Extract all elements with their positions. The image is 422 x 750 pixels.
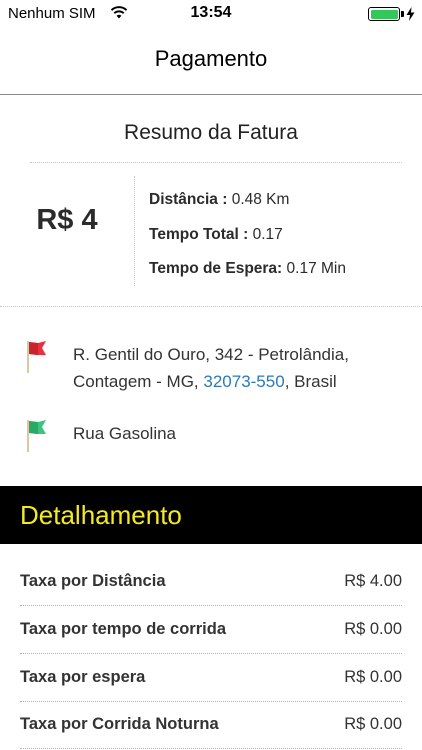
battery-icon [368, 7, 400, 21]
fee-row-distance: Taxa por Distância R$ 4.00 [20, 558, 402, 606]
navigation-bar: Pagamento [0, 28, 422, 95]
fee-label: Taxa por espera [20, 668, 146, 686]
distance-row: Distância : 0.48 Km [149, 191, 289, 209]
origin-address-country: , Brasil [284, 372, 337, 391]
battery-level-fill [370, 9, 398, 19]
origin-address-city: Contagem - MG, [73, 372, 204, 391]
destination-address: Rua Gasolina [73, 424, 177, 443]
divider-vertical [134, 176, 135, 286]
clock: 13:54 [190, 4, 232, 21]
fee-row-ride-time: Taxa por tempo de corrida R$ 0.00 [20, 606, 402, 654]
fee-label: Taxa por Corrida Noturna [20, 715, 219, 733]
distance-value: 0.48 Km [227, 191, 290, 208]
distance-label: Distância : [149, 191, 228, 208]
total-time-row: Tempo Total : 0.17 [149, 226, 283, 244]
fee-value: R$ 0.00 [344, 715, 402, 733]
total-time-label: Tempo Total : [149, 226, 249, 243]
fee-row-night-ride: Taxa por Corrida Noturna R$ 0.00 [20, 701, 402, 749]
battery-tip [401, 11, 404, 17]
status-bar: Nenhum SIM 13:54 [0, 0, 422, 28]
fee-value: R$ 0.00 [344, 668, 402, 686]
wait-time-label: Tempo de Espera: [149, 260, 283, 277]
breakdown-header: Detalhamento [0, 486, 422, 544]
divider [30, 162, 402, 163]
red-flag-icon [27, 341, 46, 373]
fee-label: Taxa por Distância [20, 572, 166, 590]
fee-value: R$ 4.00 [344, 572, 402, 590]
origin-address: R. Gentil do Ouro, 342 - Petrolândia, Co… [73, 341, 349, 395]
divider [0, 306, 422, 307]
charging-icon [406, 7, 415, 21]
total-amount: R$ 4 [36, 204, 98, 236]
origin-address-line2: Contagem - MG, 32073-550, Brasil [73, 368, 349, 395]
wait-time-value: 0.17 Min [282, 260, 346, 277]
breakdown-title: Detalhamento [20, 500, 182, 530]
fee-label: Taxa por tempo de corrida [20, 620, 226, 638]
total-time-value: 0.17 [248, 226, 283, 243]
origin-address-line1: R. Gentil do Ouro, 342 - Petrolândia, [73, 345, 349, 364]
invoice-summary-title: Resumo da Fatura [124, 121, 298, 144]
fee-row-waiting: Taxa por espera R$ 0.00 [20, 654, 402, 702]
fee-value: R$ 0.00 [344, 620, 402, 638]
payment-screen: Nenhum SIM 13:54 Pagamento Resumo da Fat… [0, 0, 422, 750]
wait-time-row: Tempo de Espera: 0.17 Min [149, 260, 346, 278]
green-flag-icon [27, 420, 46, 452]
postal-code-link[interactable]: 32073-550 [203, 372, 284, 391]
page-title: Pagamento [154, 46, 268, 71]
